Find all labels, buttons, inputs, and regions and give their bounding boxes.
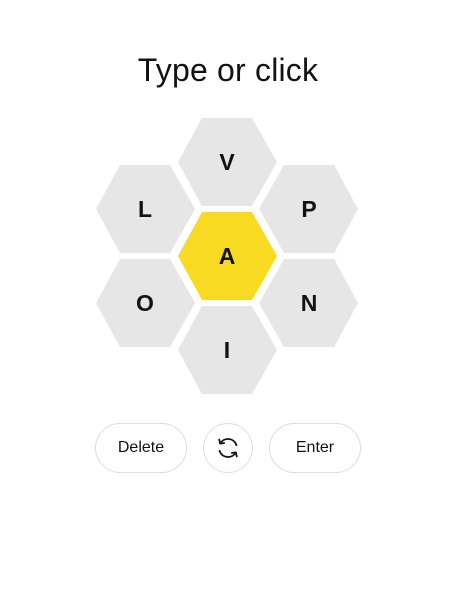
shuffle-icon — [218, 438, 238, 458]
hive-cell-bottom[interactable]: I — [178, 306, 277, 394]
hive-cell-lower-left[interactable]: O — [96, 259, 195, 347]
hive-cell-upper-left[interactable]: L — [96, 165, 195, 253]
hive-cell-lower-right[interactable]: N — [259, 259, 358, 347]
letter-top: V — [219, 149, 235, 175]
hive-cell-upper-right[interactable]: P — [259, 165, 358, 253]
hive-cell-top[interactable]: V — [178, 118, 277, 206]
hive: V L P A O N I — [96, 118, 358, 394]
letter-upper-left: L — [138, 196, 152, 222]
delete-button[interactable]: Delete — [95, 423, 187, 473]
letter-lower-left: O — [136, 290, 154, 316]
letter-lower-right: N — [301, 290, 318, 316]
letter-center: A — [219, 243, 236, 269]
letter-bottom: I — [224, 337, 230, 363]
controls-row: Delete Enter — [0, 423, 456, 473]
shuffle-button[interactable] — [203, 423, 253, 473]
enter-button[interactable]: Enter — [269, 423, 361, 473]
hive-cell-center[interactable]: A — [178, 212, 277, 300]
letter-upper-right: P — [301, 196, 316, 222]
